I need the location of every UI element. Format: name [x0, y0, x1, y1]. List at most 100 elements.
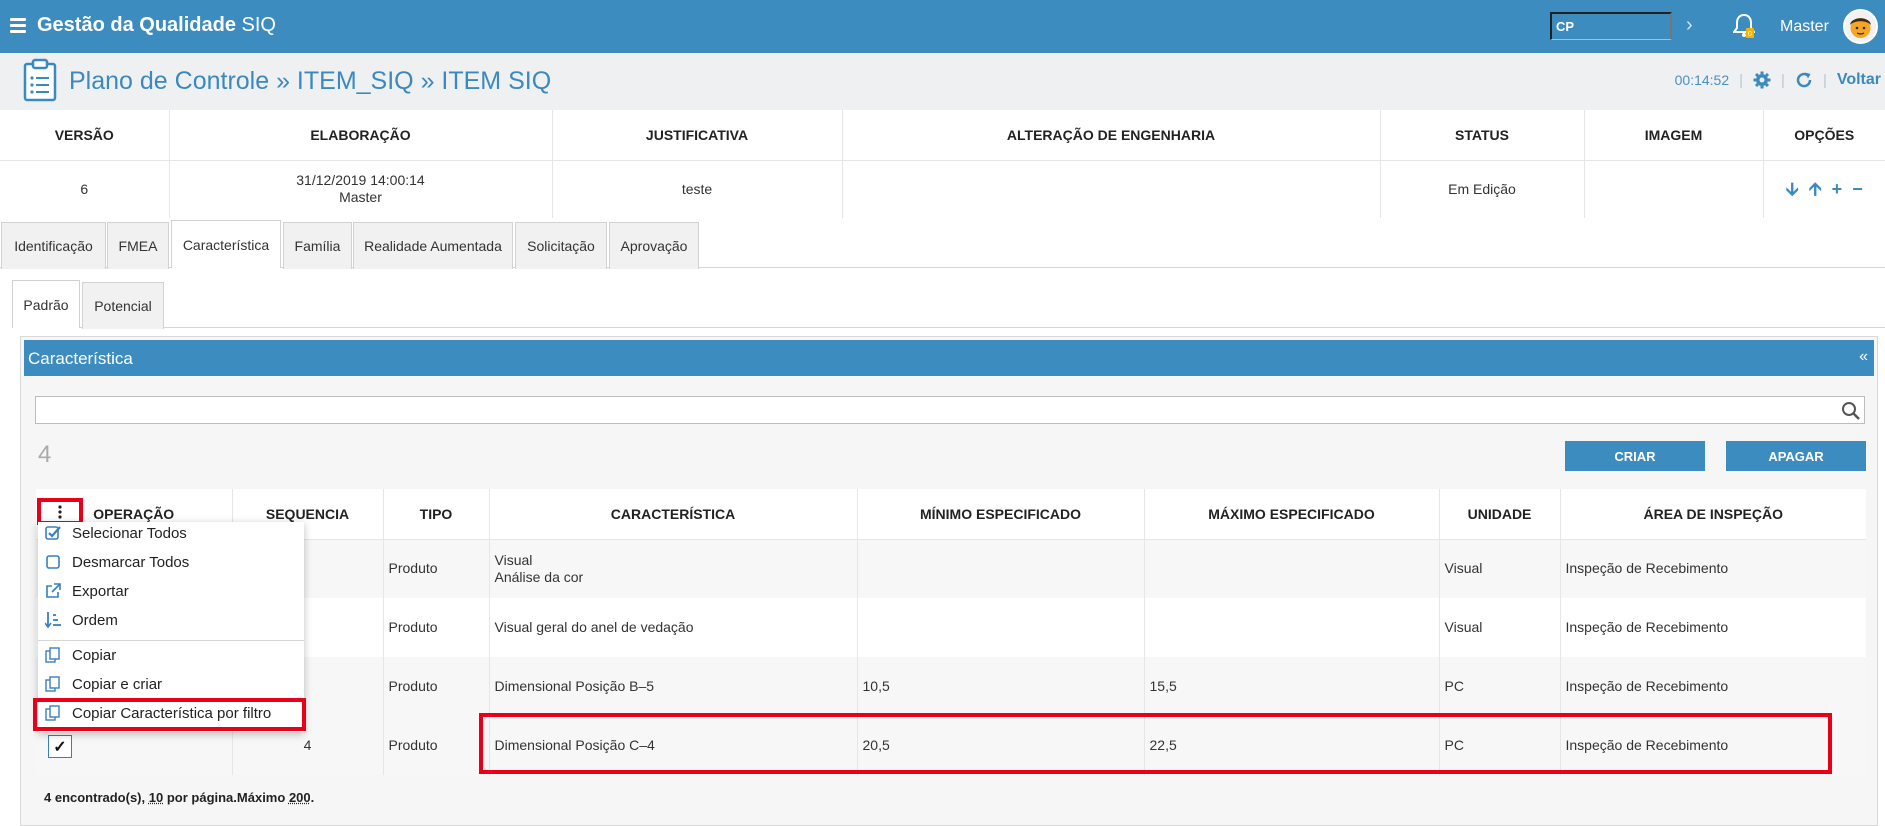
tab-potencial[interactable]: Potencial	[82, 282, 164, 329]
column-header[interactable]: IMAGEM	[1584, 110, 1764, 161]
create-button[interactable]: CRIAR	[1565, 441, 1705, 471]
cell-minimo: 10,5	[857, 657, 1145, 716]
app-title-suffix: SIQ	[241, 14, 276, 36]
module-input[interactable]	[1550, 12, 1672, 40]
app-title: Gestão da Qualidade SIQ	[37, 14, 276, 37]
column-header[interactable]: MÍNIMO ESPECIFICADO	[857, 489, 1145, 540]
clipboard-list-icon	[22, 58, 58, 102]
per-page-value[interactable]: 10	[149, 790, 163, 805]
search-input[interactable]	[36, 397, 1773, 423]
column-header[interactable]: ÁREA DE INSPEÇÃO	[1560, 489, 1866, 540]
divider: |	[1822, 71, 1827, 89]
copy-icon	[44, 646, 62, 664]
cell-caracteristica: Dimensional Posição B–5	[489, 657, 858, 716]
menu-item-label: Desmarcar Todos	[72, 553, 190, 571]
tab-aprovacao[interactable]: Aprovação	[609, 222, 699, 269]
menu-item-label: Ordem	[72, 611, 118, 629]
copy-icon	[44, 704, 62, 722]
collapse-icon[interactable]: «	[1859, 348, 1868, 366]
avatar[interactable]	[1843, 9, 1878, 44]
table-row[interactable]: Produto Dimensional Posição B–5 10,5 15,…	[36, 657, 1866, 716]
pagination-info: 4 encontrado(s), 10 por página.Máximo 20…	[44, 790, 314, 805]
column-header: OPÇÕES	[1763, 110, 1885, 161]
image-cell	[1584, 160, 1764, 218]
menu-item-deselect-all[interactable]: Desmarcar Todos	[44, 551, 189, 573]
menu-item-copy-and-create[interactable]: Copiar e criar	[44, 673, 162, 695]
tab-familia[interactable]: Família	[283, 222, 352, 269]
arrow-up-icon[interactable]: 🡩	[1809, 180, 1822, 198]
tab-padrao[interactable]: Padrão	[12, 280, 80, 328]
kebab-menu-button[interactable]	[37, 498, 83, 525]
cell-maximo	[1144, 598, 1440, 657]
session-timer: 00:14:52	[1674, 72, 1730, 88]
checkbox-checked-icon	[44, 524, 62, 542]
user-name[interactable]: Master	[1780, 18, 1829, 36]
main-tabs: Identificação FMEA Característica Famíli…	[0, 220, 1885, 269]
app-title-bold: Gestão da Qualidade	[37, 14, 236, 36]
delete-button[interactable]: APAGAR	[1726, 441, 1866, 471]
column-header[interactable]: UNIDADE	[1439, 489, 1561, 540]
tab-realidade-aumentada[interactable]: Realidade Aumentada	[353, 222, 513, 269]
tab-caracteristica[interactable]: Característica	[171, 220, 281, 268]
cell-unidade: PC	[1439, 657, 1561, 716]
panel-header: Característica «	[24, 340, 1874, 376]
tab-fmea[interactable]: FMEA	[107, 222, 169, 269]
characteristic-name: Visual	[494, 551, 533, 568]
menu-item-export[interactable]: Exportar	[44, 580, 129, 602]
gear-icon[interactable]	[1753, 71, 1771, 89]
sub-tabs: Padrão Potencial	[12, 280, 1885, 329]
sort-icon	[44, 611, 62, 629]
elaboration-user: Master	[339, 189, 382, 206]
table-row[interactable]: Produto Visual geral do anel de vedação …	[36, 598, 1866, 657]
column-header[interactable]: TIPO	[383, 489, 490, 540]
table-row[interactable]: Produto Visual Análise da cor Visual Insp…	[36, 539, 1866, 598]
plus-icon[interactable]: +	[1832, 180, 1843, 198]
characteristic-detail: Análise da cor	[494, 568, 584, 585]
page-title: Plano de Controle » ITEM_SIQ » ITEM SIQ	[69, 67, 552, 95]
minus-icon[interactable]: −	[1852, 180, 1863, 198]
cell-tipo: Produto	[383, 657, 490, 716]
top-bar: Gestão da Qualidade SIQ › 0 Master	[0, 0, 1885, 53]
version-row[interactable]: 6 31/12/2019 14:00:14 Master teste Em Edi…	[0, 160, 1885, 218]
back-link[interactable]: Voltar	[1837, 71, 1881, 89]
column-header[interactable]: MÁXIMO ESPECIFICADO	[1144, 489, 1440, 540]
column-header[interactable]: STATUS	[1380, 110, 1585, 161]
menu-item-label: Copiar Característica por filtro	[72, 704, 272, 722]
menu-hamburger-icon[interactable]	[10, 18, 26, 33]
characteristics-table: OPERAÇÃO SEQUENCIA TIPO CARACTERÍSTICA M…	[36, 489, 1866, 775]
copy-icon	[44, 675, 62, 693]
menu-item-select-all[interactable]: Selecionar Todos	[44, 522, 187, 544]
menu-item-copy[interactable]: Copiar	[44, 644, 116, 666]
tab-solicitacao[interactable]: Solicitação	[515, 222, 607, 269]
arrow-down-icon[interactable]: 🡫	[1786, 180, 1799, 198]
column-header[interactable]: VERSÃO	[0, 110, 170, 161]
status: Em Edição	[1380, 160, 1585, 218]
search-icon[interactable]	[1841, 401, 1861, 421]
column-header[interactable]: CARACTERÍSTICA	[489, 489, 858, 540]
column-header[interactable]: ELABORAÇÃO	[169, 110, 553, 161]
search-field[interactable]	[35, 396, 1865, 424]
notification-bell-icon[interactable]: 0	[1732, 13, 1756, 39]
cell-unidade: PC	[1439, 716, 1561, 775]
cell-maximo: 22,5	[1144, 716, 1440, 775]
cell-area: Inspeção de Recebimento	[1560, 716, 1866, 775]
cell-minimo: 20,5	[857, 716, 1145, 775]
table-row-selected[interactable]: 4 Produto Dimensional Posição C–4 20,5 2…	[36, 716, 1866, 775]
cell-area: Inspeção de Recebimento	[1560, 657, 1866, 716]
column-header[interactable]: JUSTIFICATIVA	[552, 110, 843, 161]
version-table: VERSÃO ELABORAÇÃO JUSTIFICATIVA ALTERAÇÃ…	[0, 110, 1885, 218]
cell-unidade: Visual	[1439, 539, 1561, 598]
chevron-right-icon[interactable]: ›	[1686, 14, 1693, 37]
max-value[interactable]: 200	[289, 790, 311, 805]
row-checkbox-checked[interactable]: ✓	[48, 735, 72, 758]
tab-identificacao[interactable]: Identificação	[1, 222, 106, 269]
menu-item-copy-by-filter[interactable]: Copiar Característica por filtro	[44, 702, 271, 724]
menu-item-order[interactable]: Ordem	[44, 609, 118, 631]
justification: teste	[552, 160, 843, 218]
elaboration-date: 31/12/2019 14:00:14	[296, 172, 425, 189]
menu-item-label: Selecionar Todos	[72, 524, 187, 542]
cell-area: Inspeção de Recebimento	[1560, 539, 1866, 598]
column-header[interactable]: ALTERAÇÃO DE ENGENHARIA	[842, 110, 1381, 161]
refresh-icon[interactable]	[1795, 71, 1813, 89]
cell-tipo: Produto	[383, 539, 490, 598]
